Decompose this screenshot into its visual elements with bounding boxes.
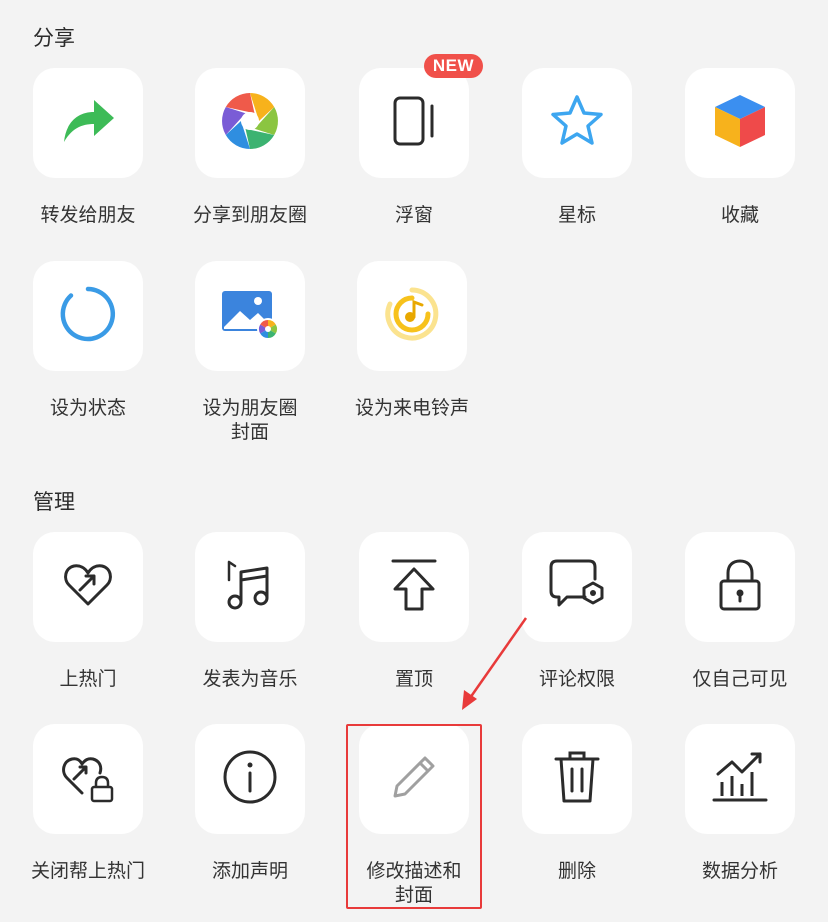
comment-permission-tile[interactable] xyxy=(522,532,632,642)
publish-as-music-button[interactable]: 发表为音乐 xyxy=(168,532,332,691)
boost-trending-tile[interactable] xyxy=(33,532,143,642)
private-only-tile[interactable] xyxy=(685,532,795,642)
heart-trend-icon xyxy=(62,560,114,614)
pin-to-top-label: 置顶 xyxy=(394,668,433,690)
forward-to-friend-tile[interactable] xyxy=(33,68,143,178)
pin-to-top-tile[interactable] xyxy=(359,532,469,642)
delete-button[interactable]: 删除 xyxy=(495,724,659,883)
set-as-status-button[interactable]: 设为状态 xyxy=(6,261,170,420)
set-ringtone-button[interactable]: 设为来电铃声 xyxy=(330,261,494,420)
forward-to-friend-label: 转发给朋友 xyxy=(40,204,136,226)
floating-window-tile[interactable]: NEW xyxy=(359,54,483,178)
star-tile[interactable] xyxy=(522,68,632,178)
favorites-button[interactable]: 收藏 xyxy=(658,68,822,227)
disable-boost-trending-button[interactable]: 关闭帮上热门 xyxy=(6,724,170,883)
delete-label: 删除 xyxy=(557,860,596,882)
pin-top-icon xyxy=(389,557,439,617)
highlight-box xyxy=(346,724,482,909)
lock-icon xyxy=(717,557,763,617)
floating-window-button[interactable]: NEW 浮窗 xyxy=(332,54,496,227)
forward-arrow-icon xyxy=(60,96,116,150)
chart-trend-icon xyxy=(712,750,768,808)
ringtone-music-icon xyxy=(382,284,442,348)
moments-cover-image-icon xyxy=(218,287,282,345)
publish-as-music-label: 发表为音乐 xyxy=(202,668,298,690)
set-as-status-tile[interactable] xyxy=(33,261,143,371)
comment-settings-icon xyxy=(547,557,607,617)
boost-trending-button[interactable]: 上热门 xyxy=(6,532,170,691)
moments-aperture-icon xyxy=(220,91,280,155)
disable-boost-trending-label: 关闭帮上热门 xyxy=(30,860,145,882)
data-analysis-button[interactable]: 数据分析 xyxy=(658,724,822,883)
star-label: 星标 xyxy=(557,204,596,226)
add-statement-tile[interactable] xyxy=(195,724,305,834)
add-statement-label: 添加声明 xyxy=(211,860,288,882)
info-icon xyxy=(221,748,279,810)
favorites-label: 收藏 xyxy=(720,204,759,226)
set-moments-cover-label: 设为朋友圈 封面 xyxy=(202,397,298,443)
private-only-button[interactable]: 仅自己可见 xyxy=(658,532,822,691)
new-badge: NEW xyxy=(423,54,483,78)
data-analysis-label: 数据分析 xyxy=(701,860,778,882)
music-note-icon xyxy=(223,558,277,616)
pin-to-top-button[interactable]: 置顶 xyxy=(332,532,496,691)
delete-tile[interactable] xyxy=(522,724,632,834)
share-to-moments-tile[interactable] xyxy=(195,68,305,178)
favorites-tile[interactable] xyxy=(685,68,795,178)
set-as-status-label: 设为状态 xyxy=(49,397,126,419)
data-analysis-tile[interactable] xyxy=(685,724,795,834)
floating-window-icon xyxy=(389,94,439,152)
favorites-cube-icon xyxy=(713,93,767,153)
set-moments-cover-tile[interactable] xyxy=(195,261,305,371)
disable-boost-trending-tile[interactable] xyxy=(33,724,143,834)
share-to-moments-button[interactable]: 分享到朋友圈 xyxy=(168,68,332,227)
set-ringtone-label: 设为来电铃声 xyxy=(354,397,469,419)
comment-permission-button[interactable]: 评论权限 xyxy=(495,532,659,691)
star-icon xyxy=(548,93,606,153)
publish-as-music-tile[interactable] xyxy=(195,532,305,642)
trash-icon xyxy=(552,749,602,809)
set-moments-cover-button[interactable]: 设为朋友圈 封面 xyxy=(168,261,332,444)
share-section-title: 分享 xyxy=(33,26,75,50)
floating-window-label: 浮窗 xyxy=(394,204,433,226)
heart-lock-icon xyxy=(60,749,116,809)
private-only-label: 仅自己可见 xyxy=(692,668,788,690)
status-ring-icon xyxy=(58,284,118,348)
manage-section-title: 管理 xyxy=(33,490,75,514)
set-ringtone-tile[interactable] xyxy=(357,261,467,371)
add-statement-button[interactable]: 添加声明 xyxy=(168,724,332,883)
boost-trending-label: 上热门 xyxy=(59,668,117,690)
forward-to-friend-button[interactable]: 转发给朋友 xyxy=(6,68,170,227)
comment-permission-label: 评论权限 xyxy=(538,668,615,690)
star-button[interactable]: 星标 xyxy=(495,68,659,227)
share-to-moments-label: 分享到朋友圈 xyxy=(192,204,307,226)
